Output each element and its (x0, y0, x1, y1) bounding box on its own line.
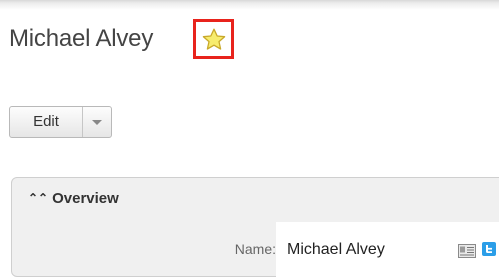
edit-button[interactable]: Edit (10, 107, 83, 137)
page-title: Michael Alvey (9, 25, 154, 52)
name-field-label: Name: (234, 241, 276, 257)
overview-panel: ⌃⌃ Overview Name: Michael Alvey (11, 177, 499, 278)
vcard-icon[interactable] (458, 244, 476, 258)
overview-panel-header[interactable]: ⌃⌃ Overview (28, 190, 119, 207)
panel-title: Overview (52, 190, 119, 207)
twitter-icon[interactable] (482, 242, 496, 256)
name-field-value-area: Michael Alvey (276, 222, 499, 278)
top-bar-shadow (0, 0, 499, 10)
favorite-highlight[interactable] (193, 19, 234, 59)
double-chevron-up-icon[interactable]: ⌃⌃ (28, 191, 48, 205)
caret-down-icon[interactable] (83, 107, 111, 137)
star-icon[interactable] (202, 28, 226, 51)
edit-button-group: Edit (9, 106, 112, 138)
name-field-value: Michael Alvey (287, 241, 385, 258)
